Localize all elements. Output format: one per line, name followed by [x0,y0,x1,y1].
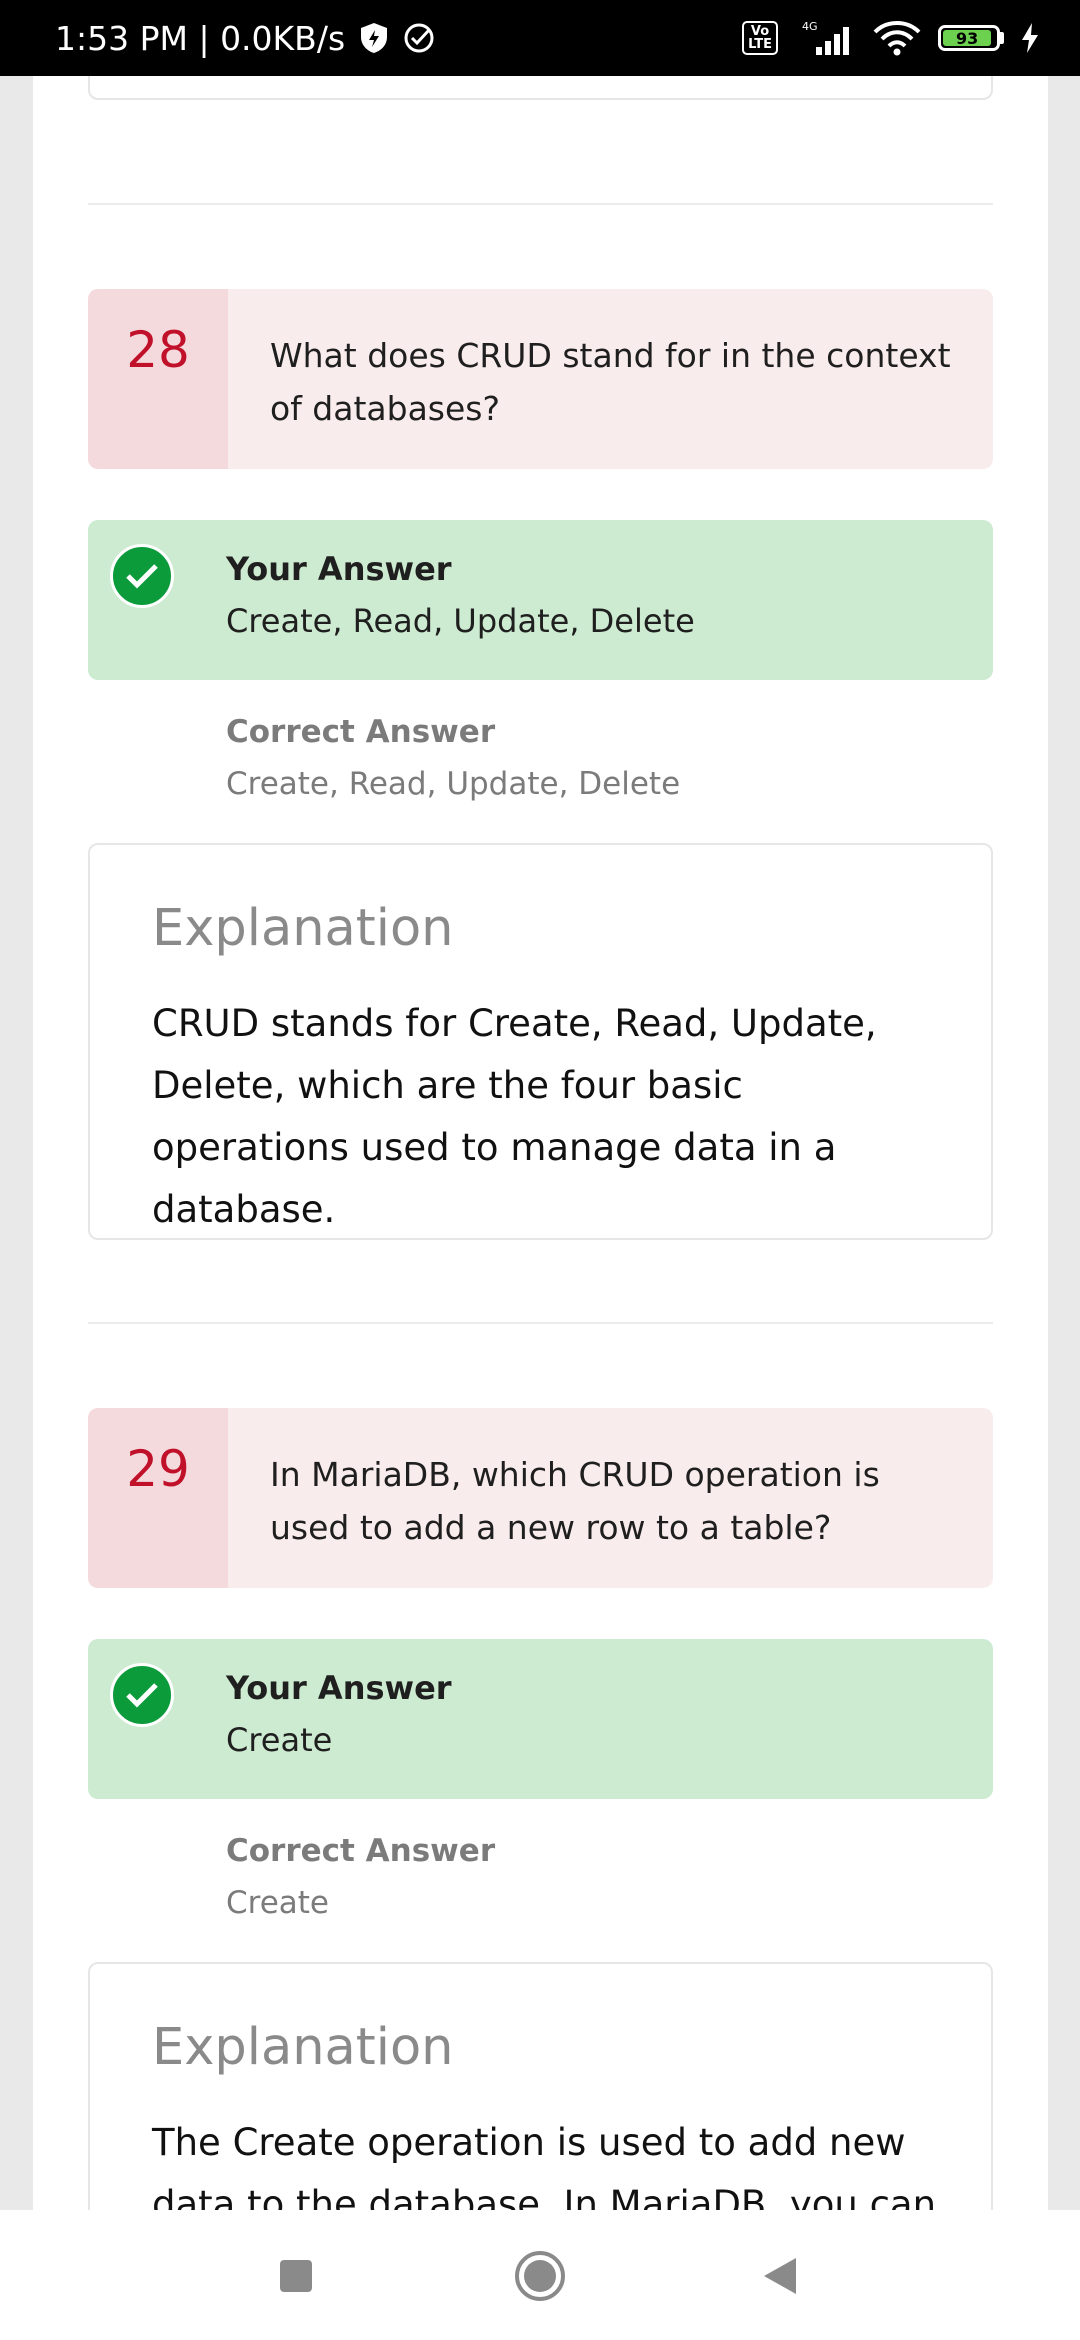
your-answer-box: Your Answer Create [88,1639,993,1799]
correct-answer-value: Create, Read, Update, Delete [226,766,681,802]
your-answer-value: Create [226,1721,333,1759]
network-type: 4G [802,20,818,33]
divider [88,1322,993,1324]
correct-answer-label: Correct Answer [226,714,496,750]
previous-explanation-card [88,76,993,100]
results-page[interactable]: 28 What does CRUD stand for in the conte… [33,76,1048,2210]
divider [88,203,993,205]
explanation-card: Explanation The Create operation is used… [88,1962,993,2210]
your-answer-value: Create, Read, Update, Delete [226,602,695,640]
explanation-title: Explanation [152,2018,454,2077]
home-icon[interactable] [514,2250,566,2306]
status-time-speed: 1:53 PM | 0.0KB/s [55,18,346,58]
explanation-card: Explanation CRUD stands for Create, Read… [88,843,993,1240]
your-answer-label: Your Answer [226,1669,452,1707]
question-card-28: 28 What does CRUD stand for in the conte… [88,289,993,469]
back-icon[interactable] [762,2256,798,2300]
volte-icon: Vo LTE [742,21,778,55]
check-circle-icon [110,544,174,608]
check-circle-outline-icon [403,22,435,54]
wifi-icon [872,20,922,56]
your-answer-label: Your Answer [226,550,452,588]
recents-icon[interactable] [278,2258,314,2298]
question-card-29: 29 In MariaDB, which CRUD operation is u… [88,1408,993,1588]
correct-answer-label: Correct Answer [226,1833,496,1869]
explanation-text: CRUD stands for Create, Read, Update, De… [152,1002,877,1231]
question-number: 28 [88,289,228,469]
correct-answer-value: Create [226,1885,330,1921]
your-answer-box: Your Answer Create, Read, Update, Delete [88,520,993,680]
status-bar: 1:53 PM | 0.0KB/s Vo LTE 4G 93 [0,0,1080,76]
question-text: In MariaDB, which CRUD operation is used… [270,1455,880,1547]
battery-level: 93 [943,29,992,48]
navigation-bar [0,2210,1080,2340]
signal-icon: 4G [794,19,856,57]
battery-icon: 93 [938,25,1004,51]
question-number: 29 [88,1408,228,1588]
charging-icon [1020,22,1040,54]
check-circle-icon [110,1663,174,1727]
explanation-text: The Create operation is used to add new … [152,2121,937,2210]
question-text: What does CRUD stand for in the context … [270,336,951,428]
explanation-title: Explanation [152,899,454,958]
shield-icon [359,22,389,54]
